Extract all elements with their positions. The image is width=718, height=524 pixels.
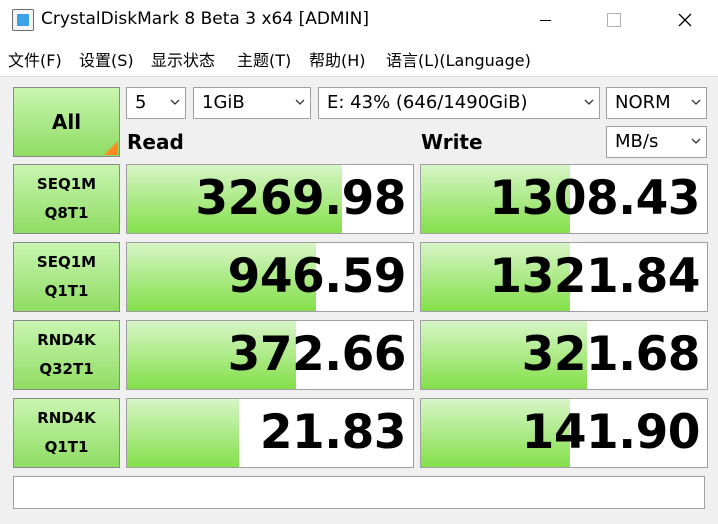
test-button-seq1m-q1t1[interactable]: SEQ1M Q1T1 [13, 242, 120, 312]
write-value: 321.68 [521, 327, 701, 382]
title-bar: CrystalDiskMark 8 Beta 3 x64 [ADMIN] [0, 0, 718, 40]
size-select[interactable]: 1GiB [193, 87, 311, 119]
menu-bar: 文件(F) 设置(S) 显示状态 主题(T) 帮助(H) 语言(L)(Langu… [0, 40, 718, 74]
test-button-seq1m-q8t1[interactable]: SEQ1M Q8T1 [13, 164, 120, 234]
corner-marker-icon [104, 141, 118, 155]
read-result-rnd4k-q32t1: 372.66 [126, 320, 414, 390]
write-result-rnd4k-q32t1: 321.68 [420, 320, 708, 390]
write-value: 1321.84 [489, 249, 700, 304]
read-result-rnd4k-q1t1: 21.83 [126, 398, 414, 468]
menu-help[interactable]: 帮助(H) [309, 47, 366, 71]
test-button-rnd4k-q32t1[interactable]: RND4K Q32T1 [13, 320, 120, 390]
menu-language[interactable]: 语言(L)(Language) [386, 47, 531, 71]
test-button-line1: SEQ1M [36, 253, 97, 271]
status-comment-box[interactable] [13, 476, 705, 509]
drive-select[interactable]: E: 43% (646/1490GiB) [318, 87, 600, 119]
test-button-line2: Q1T1 [44, 438, 89, 456]
close-icon[interactable] [662, 0, 708, 40]
test-button-line1: RND4K [37, 331, 96, 349]
drive-select-value: E: 43% (646/1490GiB) [327, 92, 528, 113]
menu-file[interactable]: 文件(F) [8, 47, 62, 71]
size-select-value: 1GiB [202, 92, 245, 113]
count-select[interactable]: 5 [126, 87, 186, 119]
chevron-down-icon [584, 97, 594, 107]
read-fill-bar [127, 399, 239, 467]
read-result-seq1m-q8t1: 3269.98 [126, 164, 414, 234]
write-result-seq1m-q8t1: 1308.43 [420, 164, 708, 234]
write-value: 1308.43 [489, 171, 700, 226]
test-button-line2: Q1T1 [44, 282, 89, 300]
test-button-line1: RND4K [37, 409, 96, 427]
test-button-line1: SEQ1M [36, 175, 97, 193]
chevron-down-icon [691, 97, 701, 107]
all-button-label: All [51, 110, 82, 134]
chevron-down-icon [295, 97, 305, 107]
write-result-rnd4k-q1t1: 141.90 [420, 398, 708, 468]
read-value: 3269.98 [195, 171, 406, 226]
menu-settings[interactable]: 设置(S) [79, 47, 134, 71]
read-value: 21.83 [259, 405, 407, 460]
app-icon [12, 9, 34, 31]
write-result-seq1m-q1t1: 1321.84 [420, 242, 708, 312]
menu-theme[interactable]: 主题(T) [237, 47, 291, 71]
window-title: CrystalDiskMark 8 Beta 3 x64 [ADMIN] [41, 9, 369, 29]
read-result-seq1m-q1t1: 946.59 [126, 242, 414, 312]
test-button-line2: Q32T1 [39, 360, 94, 378]
unit-select-value: MB/s [615, 131, 659, 152]
all-button[interactable]: All [13, 87, 120, 157]
menu-display-status[interactable]: 显示状态 [151, 47, 215, 71]
read-value: 946.59 [227, 249, 407, 304]
profile-select-value: NORM [615, 92, 671, 113]
write-value: 141.90 [521, 405, 701, 460]
count-select-value: 5 [135, 92, 147, 113]
read-value: 372.66 [227, 327, 407, 382]
read-header: Read [127, 130, 184, 154]
test-button-line2: Q8T1 [44, 204, 89, 222]
chevron-down-icon [691, 136, 701, 146]
unit-select[interactable]: MB/s [606, 126, 707, 158]
test-button-rnd4k-q1t1[interactable]: RND4K Q1T1 [13, 398, 120, 468]
profile-select[interactable]: NORM [606, 87, 707, 119]
chevron-down-icon [170, 97, 180, 107]
minimize-icon[interactable] [522, 0, 568, 40]
write-header: Write [421, 130, 483, 154]
main-panel: All 5 1GiB E: 43% (646/1490GiB) NORM MB/… [0, 76, 718, 524]
maximize-icon[interactable] [590, 0, 636, 40]
